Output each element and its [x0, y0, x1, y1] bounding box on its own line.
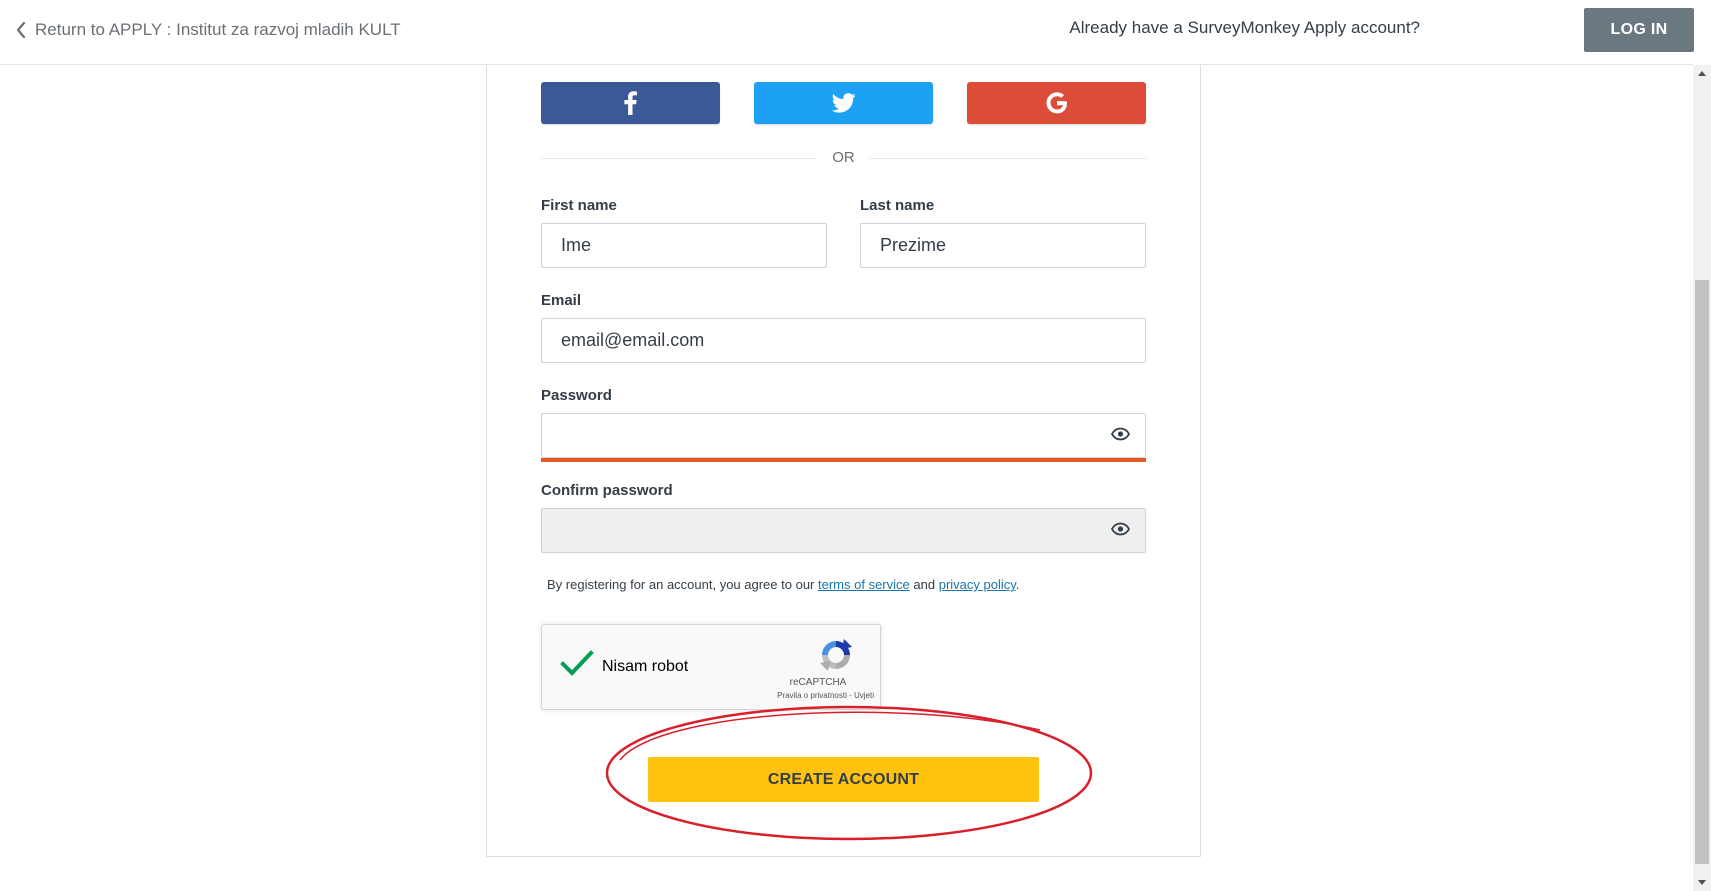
scroll-up-arrow-icon[interactable] — [1693, 65, 1711, 82]
divider-line-right — [870, 158, 1146, 159]
recaptcha-privacy-link[interactable]: Pravila o privatnosti — [777, 691, 847, 700]
recaptcha-logo-icon — [820, 639, 852, 671]
chevron-left-icon — [16, 22, 26, 38]
confirm-password-label: Confirm password — [541, 482, 673, 499]
recaptcha-label: Nisam robot — [602, 658, 689, 675]
back-link-label: Return to APPLY : Institut za razvoj mla… — [35, 20, 401, 39]
eye-icon[interactable] — [1111, 427, 1130, 441]
last-name-input[interactable] — [860, 223, 1146, 268]
password-field-wrap — [541, 413, 1146, 462]
terms-text: By registering for an account, you agree… — [547, 577, 1019, 592]
first-name-input[interactable] — [541, 223, 827, 268]
privacy-policy-link[interactable]: privacy policy — [939, 577, 1016, 592]
already-have-account-text: Already have a SurveyMonkey Apply accoun… — [1069, 18, 1420, 37]
terms-of-service-link[interactable]: terms of service — [818, 577, 910, 592]
top-bar: Return to APPLY : Institut za razvoj mla… — [0, 0, 1694, 65]
create-account-button[interactable]: CREATE ACCOUNT — [648, 757, 1039, 802]
recaptcha-links: Pravila o privatnosti - Uvjeti — [742, 691, 874, 700]
scroll-down-arrow-icon[interactable] — [1693, 874, 1711, 891]
terms-and: and — [913, 577, 936, 592]
twitter-bird-icon — [831, 93, 856, 113]
recaptcha-separator: - — [846, 691, 854, 700]
scroll-thumb[interactable] — [1695, 280, 1709, 864]
first-name-label: First name — [541, 197, 617, 214]
recaptcha-brand: reCAPTCHA — [789, 677, 847, 688]
confirm-password-input[interactable] — [541, 508, 1146, 553]
password-input[interactable] — [541, 413, 1146, 458]
twitter-signup-button[interactable] — [754, 82, 933, 124]
back-link[interactable]: Return to APPLY : Institut za razvoj mla… — [16, 16, 401, 44]
terms-prefix: By registering for an account, you agree… — [547, 577, 815, 592]
recaptcha-terms-link[interactable]: Uvjeti — [854, 691, 874, 700]
email-label: Email — [541, 292, 582, 309]
login-button[interactable]: LOG IN — [1584, 8, 1694, 52]
facebook-f-icon — [624, 91, 637, 115]
terms-suffix: . — [1015, 577, 1020, 592]
checkmark-icon[interactable] — [560, 649, 594, 677]
password-label: Password — [541, 387, 612, 404]
or-divider: OR — [541, 149, 1146, 169]
vertical-scrollbar[interactable] — [1693, 65, 1711, 891]
recaptcha-widget: Nisam robot reCAPTCHA Pravila o privatno… — [541, 624, 881, 710]
google-g-icon — [1046, 92, 1067, 114]
google-signup-button[interactable] — [967, 82, 1146, 124]
last-name-label: Last name — [860, 197, 935, 214]
confirm-password-field-wrap — [541, 508, 1146, 554]
eye-icon[interactable] — [1111, 522, 1130, 536]
email-input[interactable] — [541, 318, 1146, 363]
facebook-signup-button[interactable] — [541, 82, 720, 124]
password-strength-bar — [541, 458, 1146, 462]
